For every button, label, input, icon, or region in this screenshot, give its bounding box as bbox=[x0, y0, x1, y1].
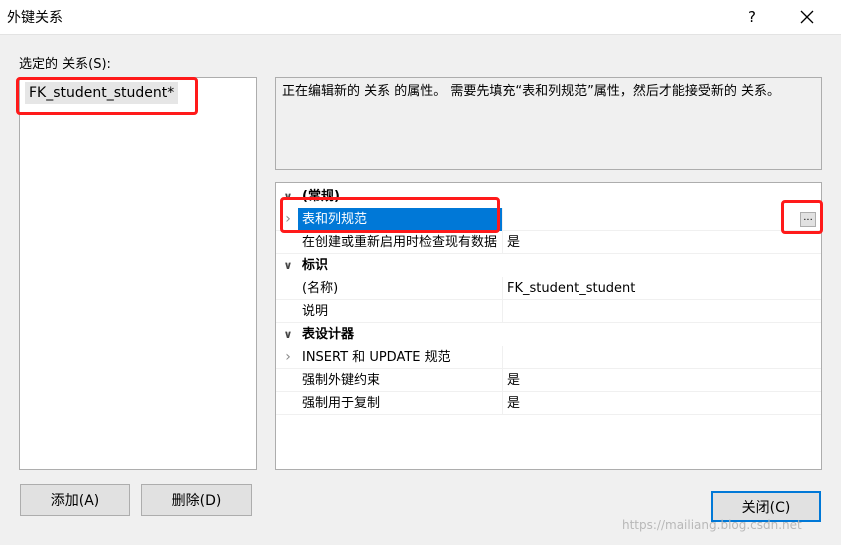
category-label: 表设计器 bbox=[302, 327, 355, 342]
property-name: (名称) bbox=[302, 281, 339, 296]
column-divider bbox=[502, 300, 503, 323]
property-row-enforce-fk[interactable]: 强制外键约束 是 bbox=[276, 369, 821, 392]
chevron-down-icon[interactable]: ∨ bbox=[282, 254, 294, 277]
add-button[interactable]: 添加(A) bbox=[20, 484, 130, 516]
window-title: 外键关系 bbox=[7, 10, 63, 26]
column-divider bbox=[502, 277, 503, 300]
relations-label: 选定的 关系(S): bbox=[19, 57, 111, 72]
property-row-description[interactable]: 说明 bbox=[276, 300, 821, 323]
help-button[interactable]: ? bbox=[729, 0, 775, 34]
column-divider bbox=[502, 392, 503, 415]
column-divider bbox=[502, 369, 503, 392]
column-divider bbox=[502, 231, 503, 254]
property-name: 在创建或重新启用时检查现有数据 bbox=[302, 235, 498, 250]
title-bar: 外键关系 ? bbox=[0, 0, 841, 35]
description-box: 正在编辑新的 关系 的属性。 需要先填充“表和列规范”属性，然后才能接受新的 关… bbox=[275, 77, 822, 170]
property-name: 说明 bbox=[302, 304, 329, 319]
column-divider bbox=[502, 208, 503, 231]
property-name: 强制用于复制 bbox=[302, 396, 381, 411]
property-row-enforce-replication[interactable]: 强制用于复制 是 bbox=[276, 392, 821, 415]
chevron-right-icon[interactable]: › bbox=[282, 346, 294, 369]
category-table-designer[interactable]: ∨ 表设计器 bbox=[276, 323, 821, 346]
column-divider bbox=[502, 346, 503, 369]
relations-list[interactable]: FK_student_student* bbox=[19, 77, 257, 470]
close-icon bbox=[800, 10, 814, 24]
help-icon: ? bbox=[748, 8, 756, 26]
category-label: 标识 bbox=[302, 258, 329, 273]
property-value[interactable]: FK_student_student bbox=[507, 277, 635, 300]
property-value[interactable]: 是 bbox=[507, 392, 520, 415]
highlight-relation-item bbox=[16, 77, 198, 115]
highlight-table-columns-spec bbox=[280, 197, 500, 233]
property-name: INSERT 和 UPDATE 规范 bbox=[302, 350, 451, 365]
watermark: https://mailiang.blog.csdn.net bbox=[622, 518, 802, 532]
highlight-ellipsis-button bbox=[781, 200, 823, 234]
category-identity[interactable]: ∨ 标识 bbox=[276, 254, 821, 277]
property-value[interactable]: 是 bbox=[507, 369, 520, 392]
delete-button[interactable]: 删除(D) bbox=[141, 484, 252, 516]
chevron-down-icon[interactable]: ∨ bbox=[282, 323, 294, 346]
property-name: 强制外键约束 bbox=[302, 373, 381, 388]
property-row-name[interactable]: (名称) FK_student_student bbox=[276, 277, 821, 300]
property-value[interactable]: 是 bbox=[507, 231, 520, 254]
window-close-button[interactable] bbox=[784, 0, 830, 34]
property-row-check-existing[interactable]: 在创建或重新启用时检查现有数据 是 bbox=[276, 231, 821, 254]
property-row-insert-update-spec[interactable]: › INSERT 和 UPDATE 规范 bbox=[276, 346, 821, 369]
